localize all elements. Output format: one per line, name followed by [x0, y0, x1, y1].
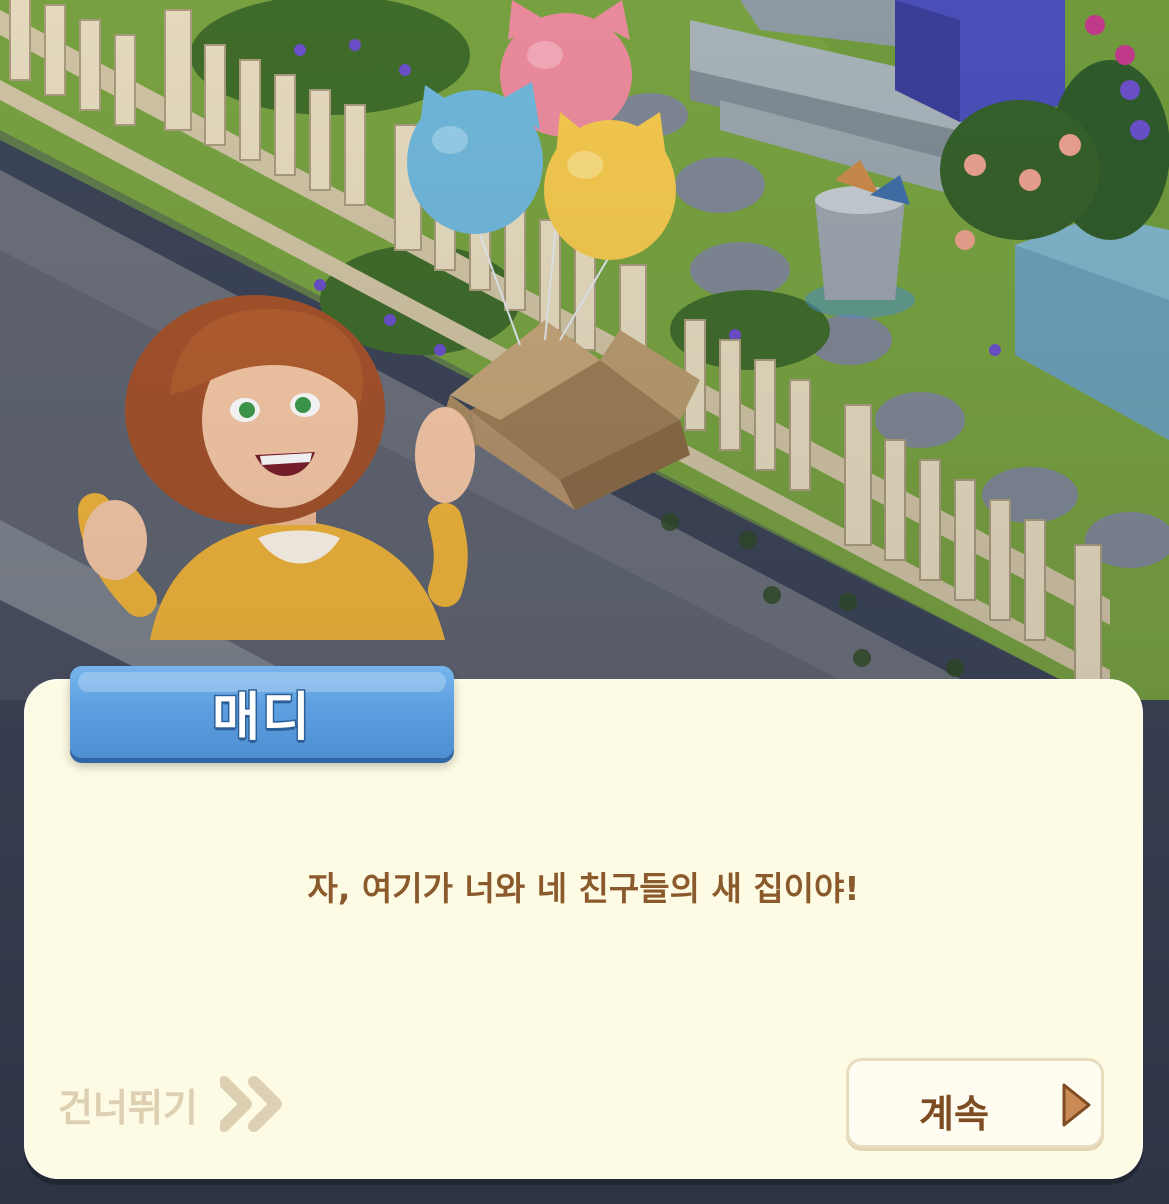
continue-button[interactable]: 계속 — [846, 1058, 1104, 1148]
skip-button[interactable]: 건너뛰기 — [58, 1074, 286, 1134]
skip-label: 건너뛰기 — [58, 1085, 198, 1130]
dialog-message: 자, 여기가 너와 네 친구들의 새 집이야! — [307, 869, 860, 908]
speaker-name-plate: 매디 — [70, 666, 454, 758]
double-chevron-right-icon — [219, 1076, 282, 1132]
triangle-right-icon — [1062, 1083, 1091, 1127]
blue-balloon — [407, 82, 543, 234]
yellow-balloon — [544, 112, 676, 260]
speaker-name: 매디 — [211, 686, 312, 749]
game-screen: 매디 자, 여기가 너와 네 친구들의 새 집이야! 건너뛰기 계속 — [0, 0, 1169, 1204]
continue-label: 계속 — [919, 1092, 989, 1136]
